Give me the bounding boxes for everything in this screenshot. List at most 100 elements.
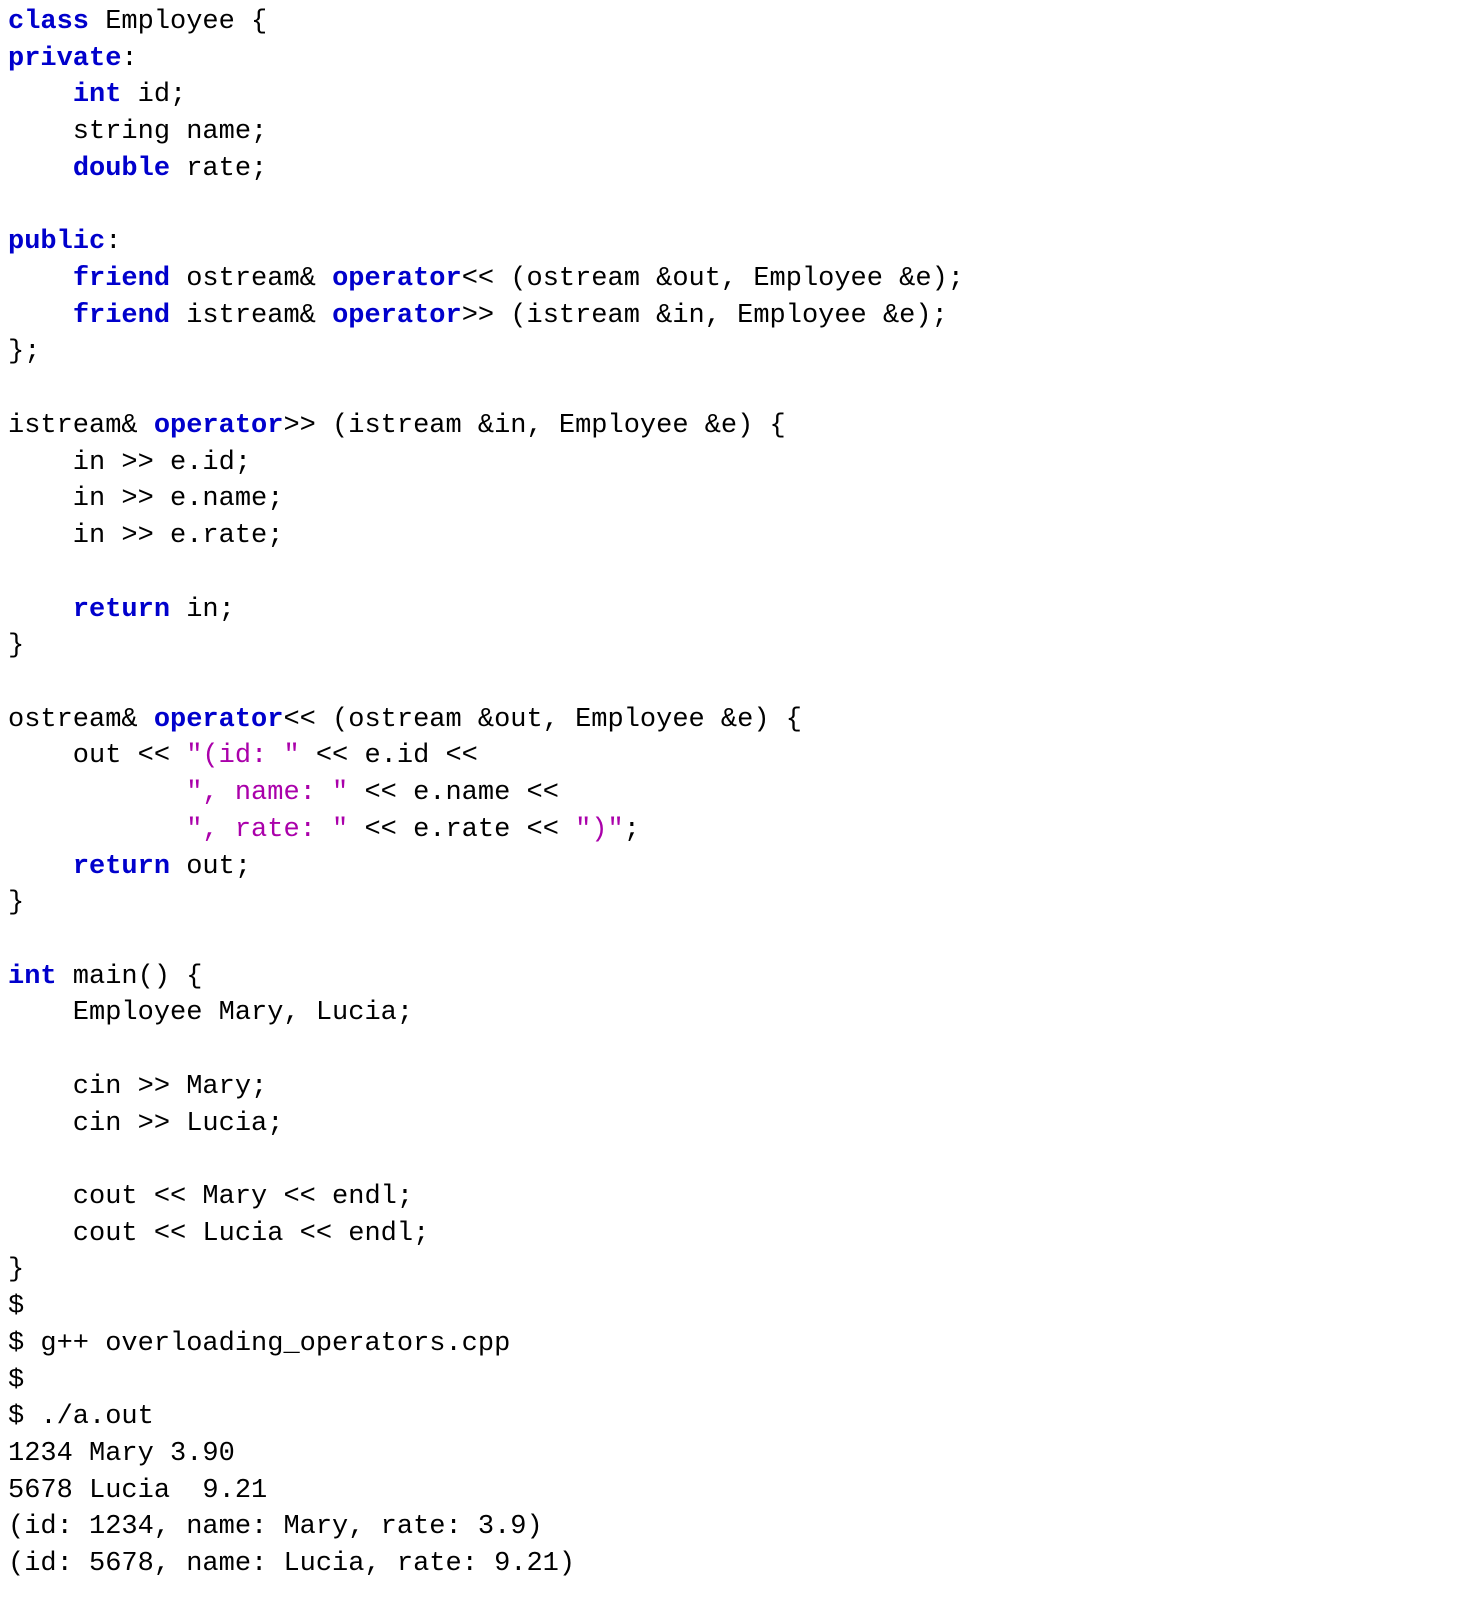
code-line: cout << Mary << endl; [8,1182,413,1212]
code-line: } [8,888,24,918]
code-line: string name; [8,117,267,147]
text-token: >> (istream &in, Employee &e); [462,301,948,331]
code-line: cin >> Lucia; [8,1109,283,1139]
code-line: $ [8,1366,24,1396]
code-line: cout << Lucia << endl; [8,1219,429,1249]
code-line: in >> e.id; [8,448,251,478]
text-token [8,595,73,625]
text-token: $ [8,1366,24,1396]
code-line: (id: 1234, name: Mary, rate: 3.9) [8,1512,543,1542]
text-token: istream& [8,411,154,441]
code-line: public: [8,227,121,257]
keyword-token: operator [332,264,462,294]
code-listing: class Employee { private: int id; string… [8,4,1462,1583]
text-token: Employee { [89,7,267,37]
text-token: ; [624,815,640,845]
text-token: : [105,227,121,257]
text-token: in; [170,595,235,625]
text-token [8,154,73,184]
keyword-token: int [73,80,122,110]
text-token: string name; [8,117,267,147]
code-line: private: [8,44,138,74]
code-line: Employee Mary, Lucia; [8,998,413,1028]
keyword-token: friend [73,301,170,331]
code-line: (id: 5678, name: Lucia, rate: 9.21) [8,1549,575,1579]
text-token: } [8,1255,24,1285]
text-token: << e.name << [348,778,559,808]
text-token: << e.id << [300,741,478,771]
code-line: in >> e.rate; [8,521,283,551]
code-line: return in; [8,595,235,625]
code-line: } [8,631,24,661]
string-token: ")" [575,815,624,845]
text-token: << (ostream &out, Employee &e); [462,264,964,294]
code-line: $ [8,1292,24,1322]
text-token [8,815,186,845]
text-token [8,301,73,331]
text-token: out << [8,741,186,771]
text-token: cout << Lucia << endl; [8,1219,429,1249]
text-token: rate; [170,154,267,184]
code-line: double rate; [8,154,267,184]
code-line: class Employee { [8,7,267,37]
text-token: Employee Mary, Lucia; [8,998,413,1028]
code-line: out << "(id: " << e.id << [8,741,478,771]
text-token: 5678 Lucia 9.21 [8,1476,267,1506]
code-line: cin >> Mary; [8,1072,267,1102]
text-token: 1234 Mary 3.90 [8,1439,235,1469]
text-token: << (ostream &out, Employee &e) { [283,705,801,735]
text-token: $ ./a.out [8,1402,154,1432]
text-token: } [8,888,24,918]
text-token: $ g++ overloading_operators.cpp [8,1329,510,1359]
code-line: ostream& operator<< (ostream &out, Emplo… [8,705,802,735]
string-token: ", rate: " [186,815,348,845]
code-line: 1234 Mary 3.90 [8,1439,235,1469]
text-token [8,80,73,110]
keyword-token: int [8,962,57,992]
keyword-token: double [73,154,170,184]
text-token [8,264,73,294]
text-token [8,778,186,808]
code-line: }; [8,337,40,367]
code-line: $ g++ overloading_operators.cpp [8,1329,510,1359]
code-line: int id; [8,80,186,110]
text-token: (id: 5678, name: Lucia, rate: 9.21) [8,1549,575,1579]
text-token: } [8,631,24,661]
text-token: : [121,44,137,74]
text-token: }; [8,337,40,367]
text-token: in >> e.name; [8,484,283,514]
keyword-token: public [8,227,105,257]
keyword-token: operator [154,411,284,441]
code-line: friend ostream& operator<< (ostream &out… [8,264,964,294]
keyword-token: class [8,7,89,37]
text-token: cin >> Lucia; [8,1109,283,1139]
text-token: out; [170,852,251,882]
code-line: ", rate: " << e.rate << ")"; [8,815,640,845]
text-token: main() { [57,962,203,992]
code-line: friend istream& operator>> (istream &in,… [8,301,948,331]
text-token: $ [8,1292,24,1322]
text-token: ostream& [170,264,332,294]
keyword-token: private [8,44,121,74]
keyword-token: friend [73,264,170,294]
text-token: cout << Mary << endl; [8,1182,413,1212]
code-line: int main() { [8,962,202,992]
keyword-token: operator [332,301,462,331]
code-line: $ ./a.out [8,1402,154,1432]
keyword-token: return [73,595,170,625]
code-line: return out; [8,852,251,882]
string-token: "(id: " [186,741,299,771]
keyword-token: operator [154,705,284,735]
text-token: in >> e.rate; [8,521,283,551]
text-token [8,852,73,882]
code-line: 5678 Lucia 9.21 [8,1476,267,1506]
keyword-token: return [73,852,170,882]
code-line: ", name: " << e.name << [8,778,559,808]
text-token: (id: 1234, name: Mary, rate: 3.9) [8,1512,543,1542]
text-token: cin >> Mary; [8,1072,267,1102]
code-line: in >> e.name; [8,484,283,514]
code-line: } [8,1255,24,1285]
text-token: id; [121,80,186,110]
string-token: ", name: " [186,778,348,808]
text-token: ostream& [8,705,154,735]
